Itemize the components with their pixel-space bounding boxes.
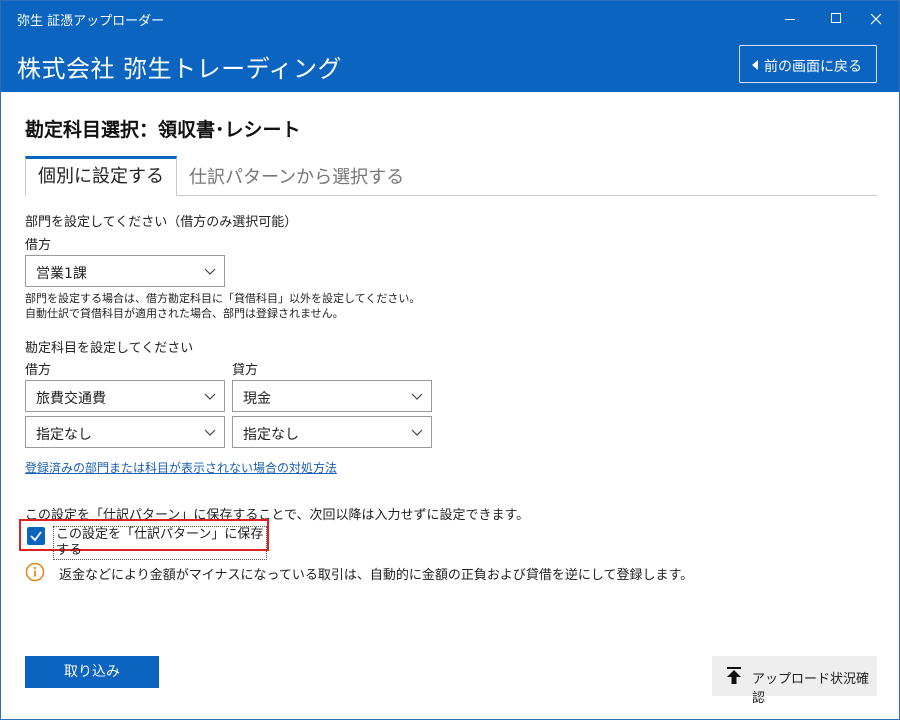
back-button[interactable]: 前の画面に戻る bbox=[739, 45, 877, 83]
tab-pattern[interactable]: 仕訳パターンから選択する bbox=[189, 163, 404, 189]
back-button-label: 前の画面に戻る bbox=[764, 59, 862, 75]
department-select-value: 営業1課 bbox=[36, 266, 87, 282]
accounts-credit-label: 貸方 bbox=[232, 363, 259, 378]
app-header: 株式会社 弥生トレーディング 前の画面に戻る bbox=[1, 37, 899, 92]
title-bar: 弥生 証憑アップローダー bbox=[1, 1, 899, 37]
credit-sub-value: 指定なし bbox=[243, 427, 299, 443]
credit-sub-account-select[interactable]: 指定なし bbox=[232, 416, 432, 448]
upload-icon bbox=[727, 667, 741, 684]
minimize-button[interactable] bbox=[767, 1, 813, 37]
page-title: 勘定科目選択：領収書･レシート bbox=[25, 119, 301, 141]
close-icon bbox=[870, 13, 882, 25]
credit-account-select[interactable]: 現金 bbox=[232, 380, 432, 412]
save-pattern-highlight: この設定を「仕訳パターン」に保存する bbox=[19, 519, 269, 560]
accounts-debit-label: 借方 bbox=[25, 363, 52, 378]
company-name: 株式会社 弥生トレーディング bbox=[17, 55, 342, 83]
department-note-2: 自動仕訳で貸借科目が適用された場合、部門は登録されません。 bbox=[25, 307, 344, 320]
checkmark-icon bbox=[30, 531, 42, 542]
chevron-down-icon bbox=[411, 429, 423, 436]
debit-sub-account-select[interactable]: 指定なし bbox=[25, 416, 225, 448]
chevron-down-icon bbox=[411, 393, 423, 400]
info-icon bbox=[25, 562, 45, 582]
debit-account-select[interactable]: 旅費交通費 bbox=[25, 380, 225, 412]
minimize-icon bbox=[785, 19, 795, 20]
troubleshoot-link[interactable]: 登録済みの部門または科目が表示されない場合の対処方法 bbox=[25, 459, 337, 476]
debit-account-value: 旅費交通費 bbox=[36, 391, 106, 407]
app-title: 弥生 証憑アップローダー bbox=[17, 14, 165, 29]
department-note-1: 部門を設定する場合は、借方勘定科目に「貸借科目」以外を設定してください。 bbox=[25, 292, 421, 305]
back-arrow-icon bbox=[752, 60, 758, 70]
credit-account-value: 現金 bbox=[243, 391, 271, 407]
upload-status-button[interactable]: アップロード状況確認 bbox=[712, 656, 877, 706]
tab-individual[interactable]: 個別に設定する bbox=[25, 156, 177, 196]
chevron-down-icon bbox=[204, 268, 216, 275]
info-text: 返金などにより金額がマイナスになっている取引は、自動的に金額の正負および貸借を逆… bbox=[59, 568, 694, 583]
maximize-icon bbox=[831, 13, 841, 23]
app-window: 弥生 証憑アップローダー 株式会社 弥生トレーディング 前の画面に戻る 勘定科目… bbox=[0, 0, 900, 720]
debit-sub-value: 指定なし bbox=[36, 427, 92, 443]
upload-status-label: アップロード状況確認 bbox=[752, 672, 870, 706]
chevron-down-icon bbox=[204, 429, 216, 436]
save-pattern-checkbox[interactable] bbox=[27, 527, 45, 545]
save-pattern-label[interactable]: この設定を「仕訳パターン」に保存する bbox=[53, 526, 267, 560]
department-select[interactable]: 営業1課 bbox=[25, 255, 225, 287]
import-button[interactable]: 取り込み bbox=[25, 656, 159, 688]
accounts-heading: 勘定科目を設定してください bbox=[25, 341, 194, 356]
chevron-down-icon bbox=[204, 393, 216, 400]
tab-bar: 個別に設定する 仕訳パターンから選択する bbox=[25, 156, 877, 196]
department-heading: 部門を設定してください（借方のみ選択可能） bbox=[25, 215, 298, 230]
department-debit-label: 借方 bbox=[25, 238, 52, 253]
close-button[interactable] bbox=[853, 1, 899, 37]
